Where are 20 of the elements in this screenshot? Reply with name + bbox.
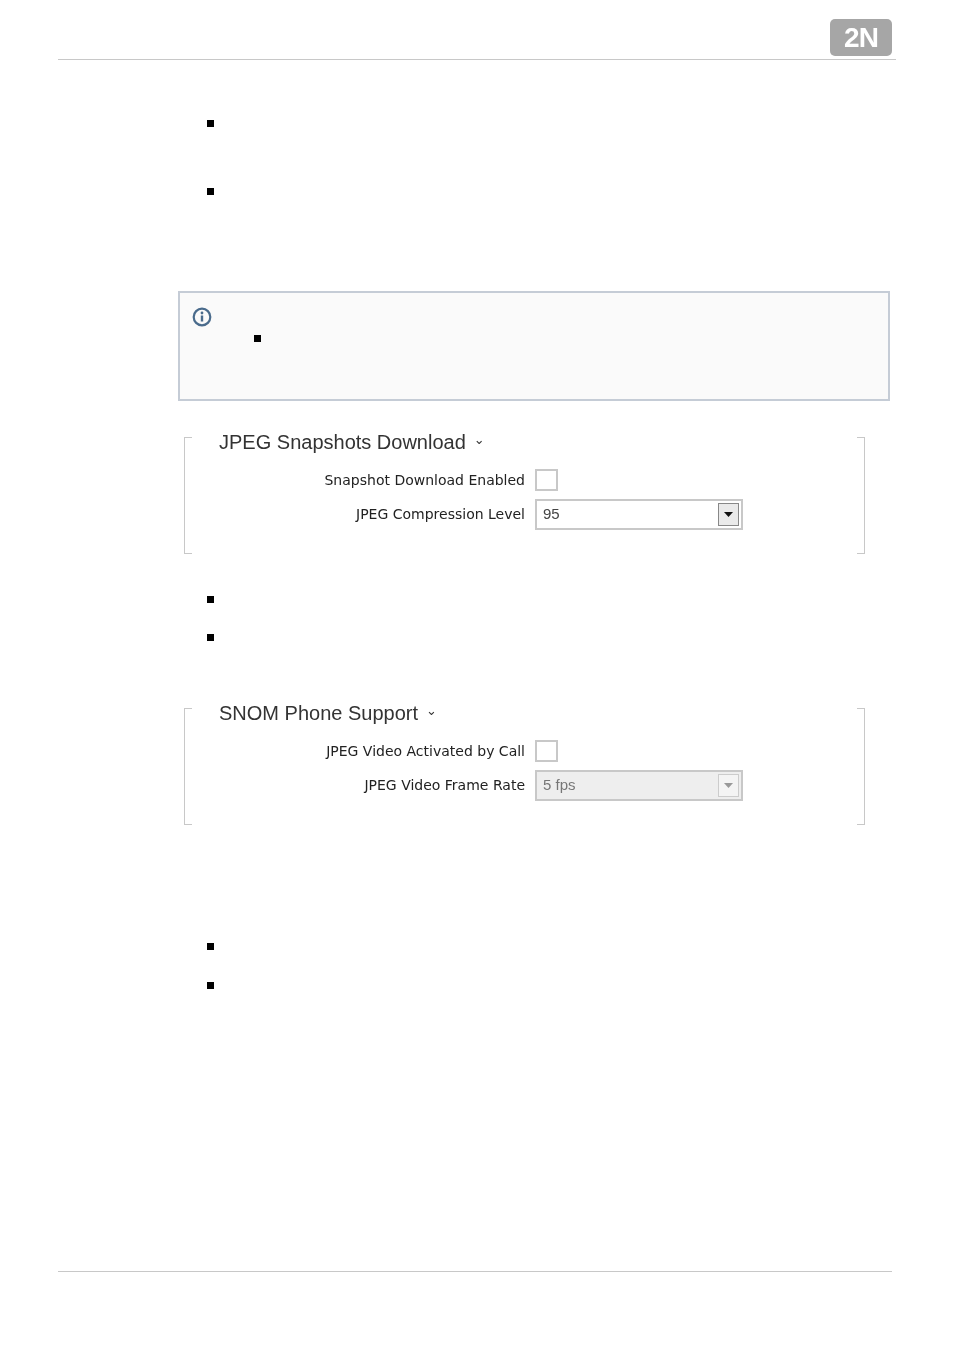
field-label: Snapshot Download Enabled bbox=[323, 470, 525, 490]
section-title: JPEG Snapshots Download bbox=[219, 430, 466, 455]
field-label: JPEG Compression Level bbox=[354, 505, 525, 524]
bullet-icon bbox=[207, 943, 214, 950]
info-icon bbox=[192, 307, 212, 327]
dropdown[interactable]: 95 bbox=[535, 499, 743, 530]
checkbox[interactable] bbox=[535, 469, 558, 491]
checkbox[interactable] bbox=[535, 740, 558, 762]
field-label: JPEG Video Frame Rate bbox=[362, 776, 525, 795]
logo: 2N bbox=[830, 19, 892, 56]
bullet-icon bbox=[207, 982, 214, 989]
section-title: SNOM Phone Support bbox=[219, 701, 418, 726]
expand-toggle[interactable]: ⌄ bbox=[473, 432, 485, 446]
bullet-icon bbox=[254, 335, 261, 342]
bullet-icon bbox=[207, 120, 214, 127]
expand-toggle[interactable]: ⌄ bbox=[426, 703, 437, 717]
bullet-icon bbox=[207, 596, 214, 603]
field-label: JPEG Video Activated by Call bbox=[324, 741, 525, 761]
bullet-icon bbox=[207, 188, 214, 195]
bullet-icon bbox=[207, 634, 214, 641]
